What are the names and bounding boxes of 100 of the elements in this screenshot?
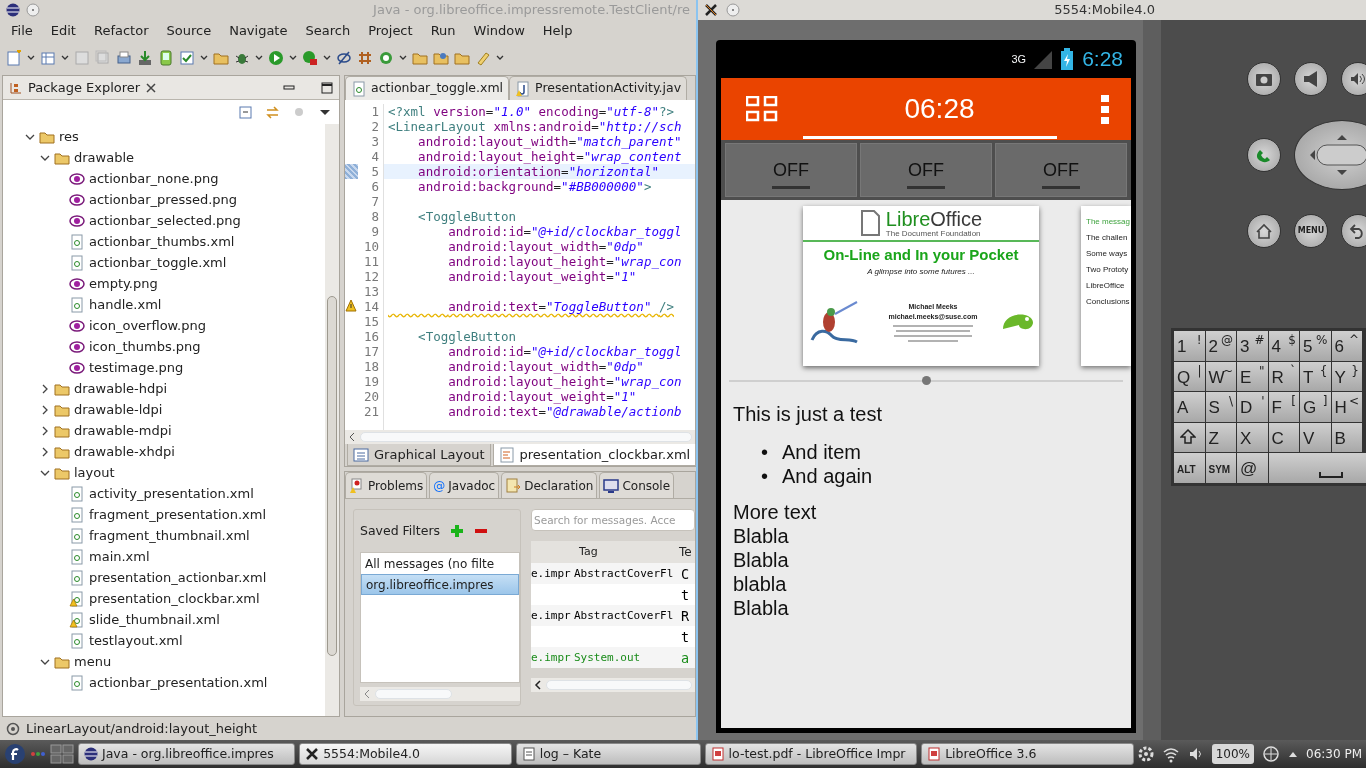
menu-item[interactable]: Window bbox=[464, 21, 534, 41]
keyboard-key[interactable]: Y } bbox=[1331, 361, 1362, 391]
keyboard-key[interactable]: 1 ! bbox=[1174, 331, 1205, 361]
keyboard-key[interactable] bbox=[1174, 422, 1205, 452]
keyboard-key[interactable]: G ] bbox=[1300, 392, 1331, 422]
volume-up-button[interactable] bbox=[1341, 62, 1366, 96]
tree-item[interactable]: fragment_presentation.xml bbox=[89, 504, 267, 525]
keyboard-key[interactable]: V bbox=[1300, 422, 1331, 452]
tree-item[interactable]: icon_overflow.png bbox=[89, 315, 206, 336]
menu-button[interactable]: MENU bbox=[1294, 214, 1328, 248]
caret-icon[interactable] bbox=[323, 54, 331, 61]
view-tab[interactable]: @ Javadoc bbox=[429, 472, 500, 498]
taskbar-button[interactable]: Java - org.libreoffice.impres bbox=[78, 743, 296, 765]
tree-item[interactable]: res bbox=[59, 126, 79, 147]
volume-icon[interactable] bbox=[1187, 746, 1204, 762]
keyboard-key[interactable]: S \ bbox=[1205, 392, 1236, 422]
tree-item[interactable]: testimage.png bbox=[89, 357, 184, 378]
wifi-icon[interactable] bbox=[1161, 745, 1180, 763]
menu-item[interactable]: Source bbox=[157, 21, 221, 41]
view-tab[interactable]: Console bbox=[599, 472, 675, 498]
tree-item[interactable]: actionbar_thumbs.xml bbox=[89, 231, 235, 252]
caret-icon[interactable] bbox=[61, 54, 69, 61]
expand-arrow-icon[interactable] bbox=[1288, 750, 1298, 758]
tree-item[interactable]: activity_presentation.xml bbox=[89, 483, 254, 504]
editor-tab[interactable]: PresentationActivity.jav bbox=[509, 76, 688, 100]
battery-level[interactable]: 100% bbox=[1211, 744, 1254, 764]
tree-item[interactable]: layout bbox=[74, 462, 115, 483]
desktop-pager-icon[interactable] bbox=[50, 743, 74, 765]
tree-item[interactable]: drawable-ldpi bbox=[74, 399, 163, 420]
tree-item[interactable]: presentation_clockbar.xml bbox=[89, 588, 260, 609]
tree-item[interactable]: presentation_actionbar.xml bbox=[89, 567, 267, 588]
table-icon[interactable] bbox=[40, 49, 56, 66]
tree-item[interactable]: actionbar_pressed.png bbox=[89, 189, 238, 210]
tree-item[interactable]: actionbar_presentation.xml bbox=[89, 672, 268, 693]
phone-icon[interactable] bbox=[158, 49, 174, 66]
keyboard-key[interactable]: W~ bbox=[1205, 361, 1236, 391]
keyboard-key[interactable]: A bbox=[1174, 392, 1205, 422]
play-icon[interactable] bbox=[268, 49, 284, 66]
tree-item[interactable]: slide_thumbnail.xml bbox=[89, 609, 220, 630]
checkbox-icon[interactable] bbox=[179, 49, 195, 66]
keyboard-key[interactable]: R ` bbox=[1268, 361, 1299, 391]
keyboard-key[interactable] bbox=[1268, 453, 1366, 483]
keyboard-key[interactable]: ALT bbox=[1174, 453, 1205, 483]
gear-icon[interactable] bbox=[1137, 746, 1154, 762]
editor-tab[interactable]: actionbar_toggle.xml bbox=[345, 76, 510, 100]
page-indicator-dot[interactable] bbox=[921, 376, 931, 385]
tree-item[interactable]: testlayout.xml bbox=[89, 630, 183, 651]
tree-item[interactable]: actionbar_none.png bbox=[89, 168, 219, 189]
menu-item[interactable]: Project bbox=[359, 21, 422, 41]
slide-card[interactable]: The messag The challen Some ways Two Prototy LibreOffice Conclusions bbox=[1081, 206, 1131, 366]
keyboard-key[interactable]: T { bbox=[1300, 361, 1331, 391]
caret-icon[interactable] bbox=[27, 54, 35, 61]
menu-item[interactable]: Refactor bbox=[84, 21, 158, 41]
view-tab[interactable]: Problems bbox=[345, 472, 428, 498]
keyboard-key[interactable]: B bbox=[1331, 422, 1362, 452]
filter-item[interactable]: org.libreoffice.impres bbox=[361, 574, 519, 595]
menu-item[interactable]: Edit bbox=[41, 21, 85, 41]
keyboard-key[interactable]: 6 ^ bbox=[1331, 331, 1362, 361]
tree-item[interactable]: drawable-hdpi bbox=[74, 378, 168, 399]
keyboard-key[interactable]: @ bbox=[1237, 453, 1268, 483]
close-icon[interactable] bbox=[145, 81, 158, 94]
keyboard-key[interactable]: C bbox=[1268, 422, 1299, 452]
tree-item[interactable]: empty.png bbox=[89, 273, 158, 294]
grid-icon[interactable] bbox=[357, 49, 373, 66]
home-button[interactable] bbox=[1247, 214, 1281, 248]
caret-icon[interactable] bbox=[255, 54, 263, 61]
grid-icon[interactable] bbox=[746, 96, 778, 122]
taskbar-button[interactable]: log – Kate bbox=[515, 743, 701, 765]
view-tab[interactable]: Declaration bbox=[501, 472, 598, 498]
clock-label[interactable]: 06:30 PM bbox=[1306, 745, 1362, 763]
tree-item[interactable]: actionbar_selected.png bbox=[89, 210, 241, 231]
arrows-icon[interactable] bbox=[265, 104, 280, 120]
call-button[interactable] bbox=[1247, 138, 1281, 172]
tree-item[interactable]: main.xml bbox=[89, 546, 150, 567]
search-field[interactable]: Search for messages. Acce bbox=[531, 509, 695, 531]
directional-pad[interactable] bbox=[1294, 120, 1366, 190]
menu-item[interactable]: Search bbox=[296, 21, 360, 41]
menu-item[interactable]: Run bbox=[421, 21, 465, 41]
column-header[interactable]: Tag bbox=[571, 544, 677, 560]
download-icon[interactable] bbox=[137, 49, 153, 66]
scroll-left-icon[interactable] bbox=[348, 432, 356, 442]
camera-button[interactable] bbox=[1247, 62, 1281, 96]
tree-item[interactable]: actionbar_toggle.xml bbox=[89, 252, 227, 273]
eye-slash-icon[interactable] bbox=[336, 49, 352, 66]
caret-icon[interactable] bbox=[399, 54, 407, 61]
volume-down-button[interactable] bbox=[1294, 62, 1328, 96]
collapse-icon[interactable] bbox=[238, 104, 253, 120]
keyboard-key[interactable]: 2 @ bbox=[1205, 331, 1236, 361]
keyboard-key[interactable]: Z bbox=[1205, 422, 1236, 452]
keyboard-key[interactable]: 5 % bbox=[1300, 331, 1331, 361]
keyboard-key[interactable]: D ' bbox=[1237, 392, 1268, 422]
tree-item[interactable]: drawable-mdpi bbox=[74, 420, 172, 441]
view-menu-icon[interactable] bbox=[319, 108, 331, 116]
print-icon[interactable] bbox=[116, 49, 132, 66]
start-menu-icon[interactable] bbox=[4, 743, 26, 765]
menu-item[interactable]: Help bbox=[533, 21, 582, 41]
menu-item[interactable]: Navigate bbox=[220, 21, 297, 41]
maximize-icon[interactable] bbox=[321, 81, 333, 94]
tree-item[interactable]: handle.xml bbox=[89, 294, 162, 315]
editor-tab[interactable]: Graphical Layout bbox=[347, 444, 491, 466]
